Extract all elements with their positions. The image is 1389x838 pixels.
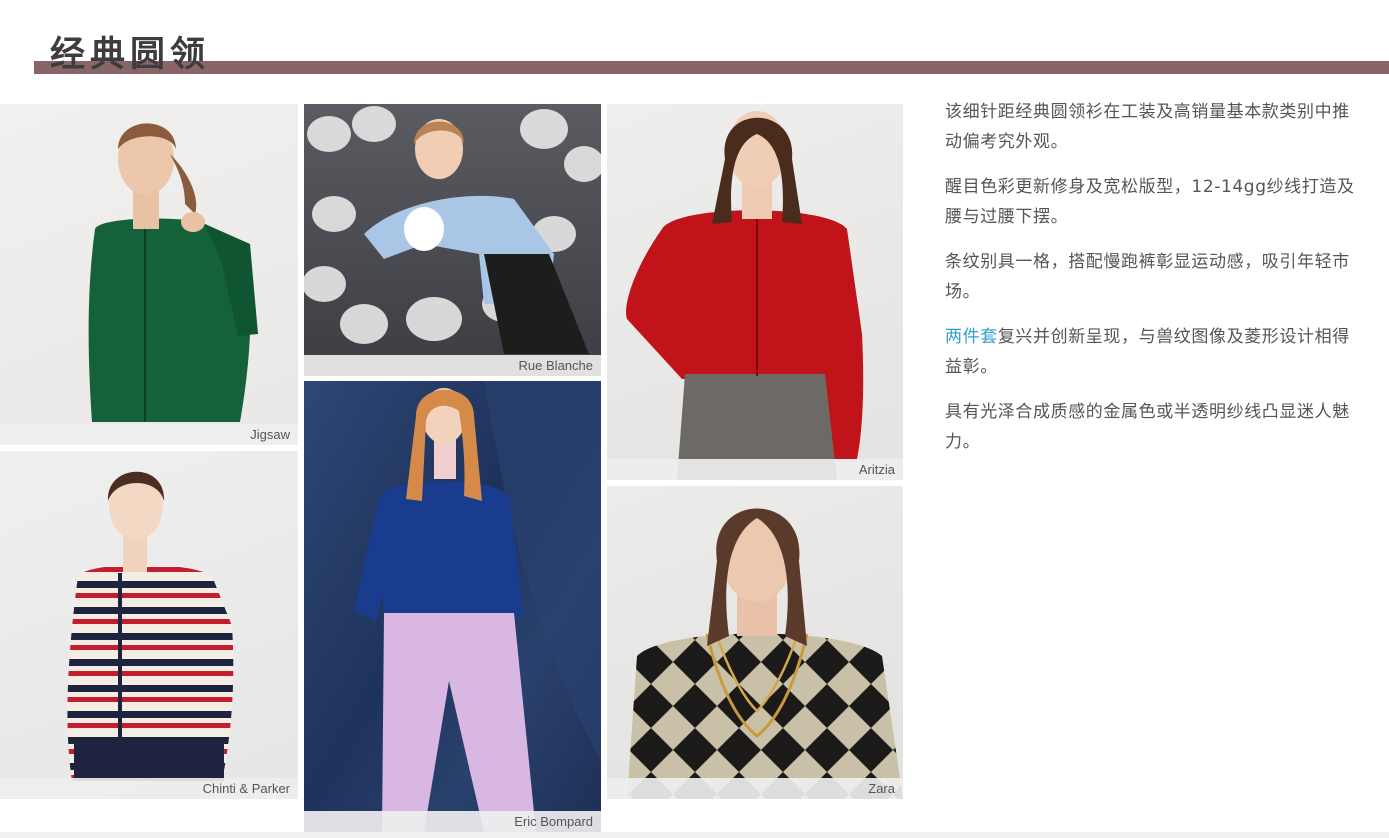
- paragraph-3: 条纹别具一格，搭配慢跑裤彰显运动感，吸引年轻市场。: [945, 252, 1350, 302]
- photo-rue-blanche[interactable]: Rue Blanche: [304, 104, 601, 376]
- caption-strip: [607, 778, 903, 799]
- bottom-divider: [0, 832, 1389, 838]
- paragraph-5: 具有光泽合成质感的金属色或半透明纱线凸显迷人魅力。: [945, 402, 1350, 452]
- brand-caption: Eric Bompard: [514, 814, 593, 829]
- photo-eric-bompard[interactable]: Eric Bompard: [304, 381, 601, 832]
- brand-caption: Rue Blanche: [518, 358, 593, 373]
- photo-chinti-parker[interactable]: Chinti & Parker: [0, 451, 298, 799]
- photo-zara[interactable]: Zara: [607, 486, 903, 799]
- model-figure: [304, 106, 601, 354]
- twinset-link[interactable]: 两件套: [945, 327, 998, 347]
- description-column: 该细针距经典圆领衫在工装及高销量基本款类别中推动偏考究外观。 醒目色彩更新修身及…: [945, 97, 1357, 472]
- brand-caption: Jigsaw: [250, 427, 290, 442]
- paragraph-4-text: 复兴并创新呈现，与兽纹图像及菱形设计相得益彰。: [945, 327, 1350, 377]
- brand-caption: Chinti & Parker: [202, 781, 290, 796]
- page-title: 经典圆领: [50, 35, 211, 75]
- brand-caption: Aritzia: [858, 462, 895, 477]
- paragraph-4: 两件套复兴并创新呈现，与兽纹图像及菱形设计相得益彰。: [945, 322, 1357, 382]
- title-underline-bar: [34, 61, 1389, 74]
- paragraph-1: 该细针距经典圆领衫在工装及高销量基本款类别中推动偏考究外观。: [945, 102, 1350, 152]
- model-figure: [354, 381, 601, 832]
- model-figure: [67, 471, 234, 781]
- model-figure: [627, 508, 903, 799]
- paragraph-2: 醒目色彩更新修身及宽松版型，12-14gg纱线打造及腰与过腰下摆。: [945, 177, 1355, 227]
- photo-aritzia[interactable]: Aritzia: [607, 104, 903, 480]
- photo-jigsaw[interactable]: Jigsaw: [0, 104, 298, 445]
- model-figure: [88, 123, 258, 422]
- model-figure: [626, 111, 864, 480]
- brand-caption: Zara: [868, 781, 895, 796]
